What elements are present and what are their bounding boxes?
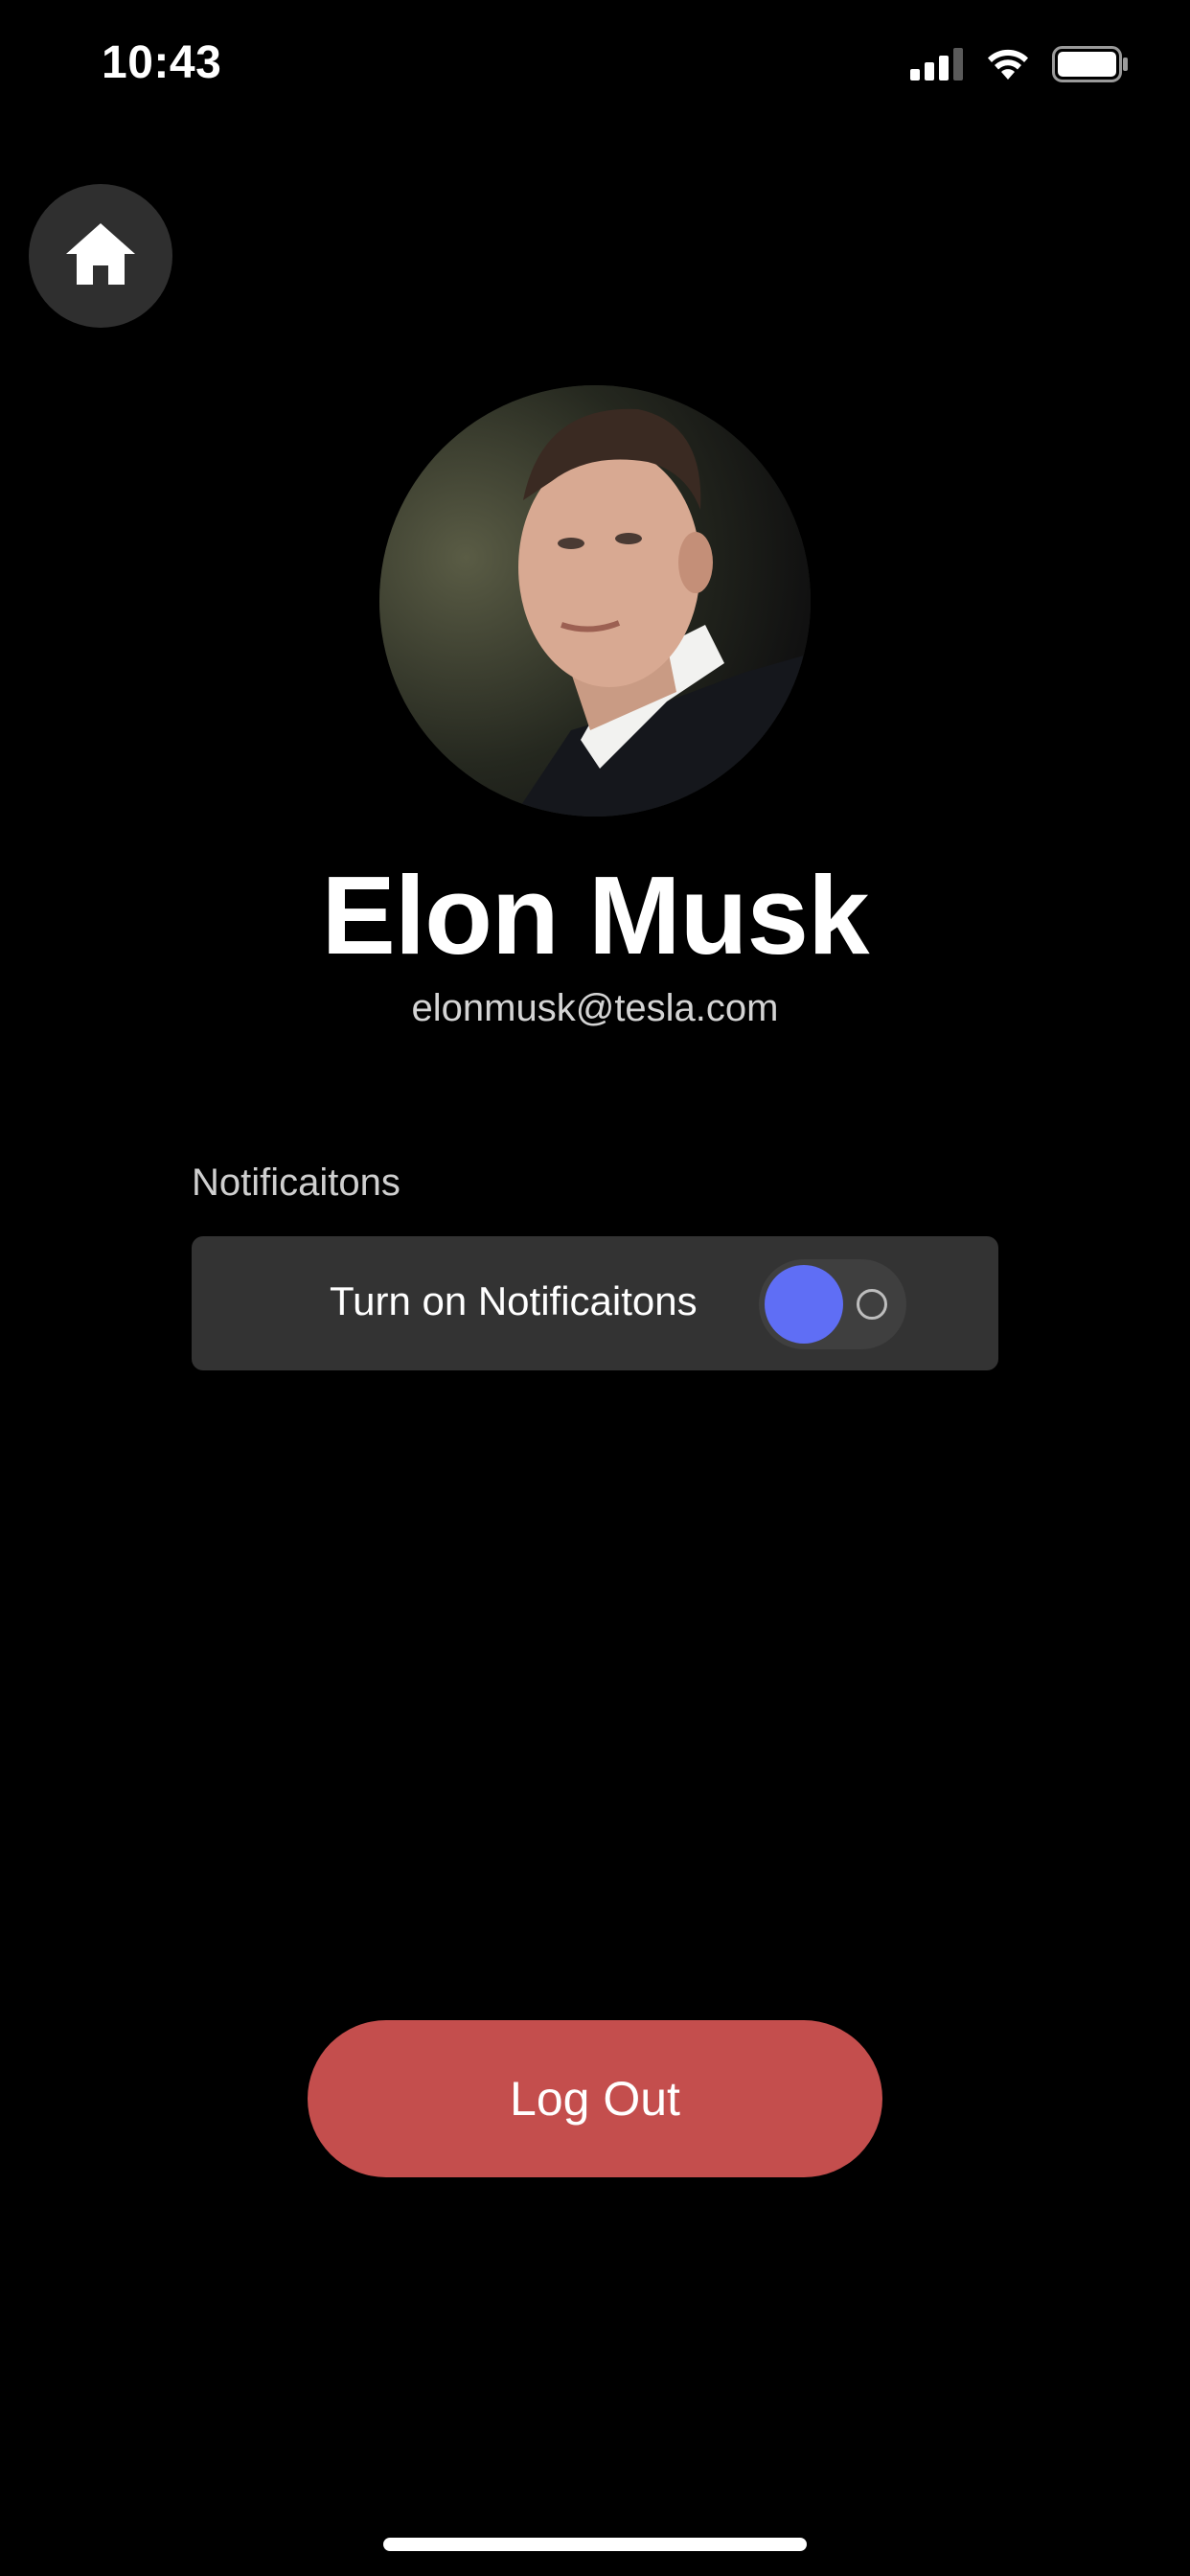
notifications-toggle[interactable] <box>759 1259 906 1349</box>
profile-screen: 10:43 Elon Musk elonmusk@tesla.com Notif… <box>0 0 1190 2576</box>
avatar <box>379 385 811 816</box>
logout-button-label: Log Out <box>510 2072 680 2126</box>
logout-button[interactable]: Log Out <box>308 2020 882 2177</box>
status-time: 10:43 <box>102 37 222 88</box>
notifications-card: Turn on Notificaitons <box>192 1236 998 1370</box>
notifications-toggle-label: Turn on Notificaitons <box>330 1278 698 1323</box>
wifi-icon <box>985 47 1031 86</box>
home-icon <box>64 221 137 291</box>
profile-email: elonmusk@tesla.com <box>411 987 779 1029</box>
toggle-knob <box>765 1265 843 1344</box>
notifications-section-label: Notificaitons <box>192 1162 400 1204</box>
profile-name: Elon Musk <box>321 853 869 978</box>
status-icons <box>910 46 1129 87</box>
home-indicator[interactable] <box>383 2538 807 2551</box>
home-button[interactable] <box>29 184 172 328</box>
battery-icon <box>1052 46 1129 87</box>
cellular-signal-icon <box>910 48 964 85</box>
toggle-off-indicator-icon <box>857 1289 887 1320</box>
